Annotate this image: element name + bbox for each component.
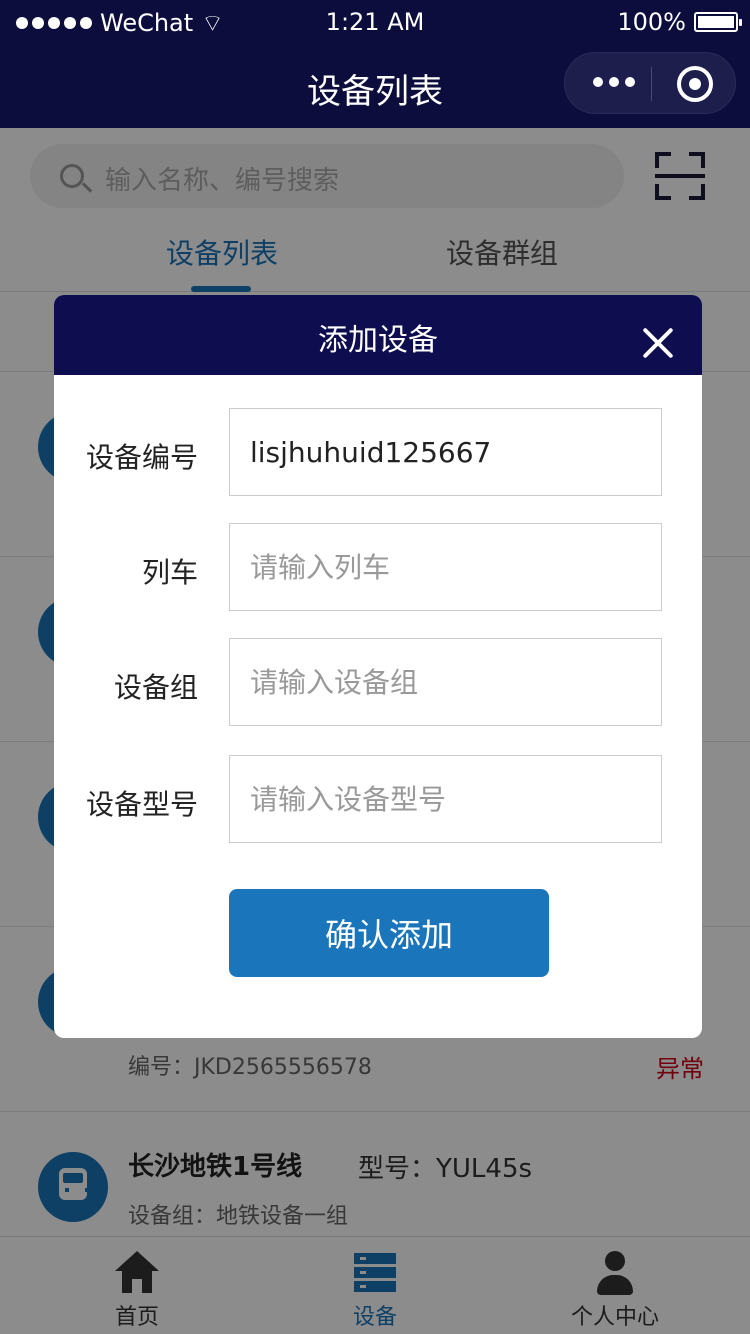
field-label-train: 列车 — [141, 556, 198, 589]
confirm-add-button[interactable]: 确认添加 — [229, 889, 549, 977]
field-label-device-model: 设备型号 — [85, 788, 198, 821]
modal-title: 添加设备 — [318, 323, 438, 358]
field-label-device-code: 设备编号 — [85, 441, 198, 474]
close-mini-program-icon[interactable] — [677, 66, 713, 102]
modal-header: 添加设备 — [54, 295, 702, 375]
capsule-divider — [651, 67, 652, 101]
battery-icon — [694, 12, 742, 32]
status-bar: WeChat ⌔ 1:21 AM 100% — [0, 0, 750, 44]
device-model-input[interactable] — [229, 755, 662, 843]
add-device-modal: 添加设备 设备编号 列车 设备组 设备型号 确认添加 — [54, 295, 702, 1038]
battery-group: 100% — [617, 8, 742, 36]
train-input[interactable] — [229, 523, 662, 611]
mini-program-capsule — [564, 52, 736, 114]
device-code-input[interactable] — [229, 408, 662, 496]
more-icon[interactable] — [593, 77, 635, 87]
device-group-input[interactable] — [229, 638, 662, 726]
close-icon[interactable] — [640, 325, 676, 361]
battery-percent: 100% — [617, 8, 686, 36]
nav-bar: 设备列表 — [0, 44, 750, 128]
field-label-device-group: 设备组 — [113, 671, 198, 704]
